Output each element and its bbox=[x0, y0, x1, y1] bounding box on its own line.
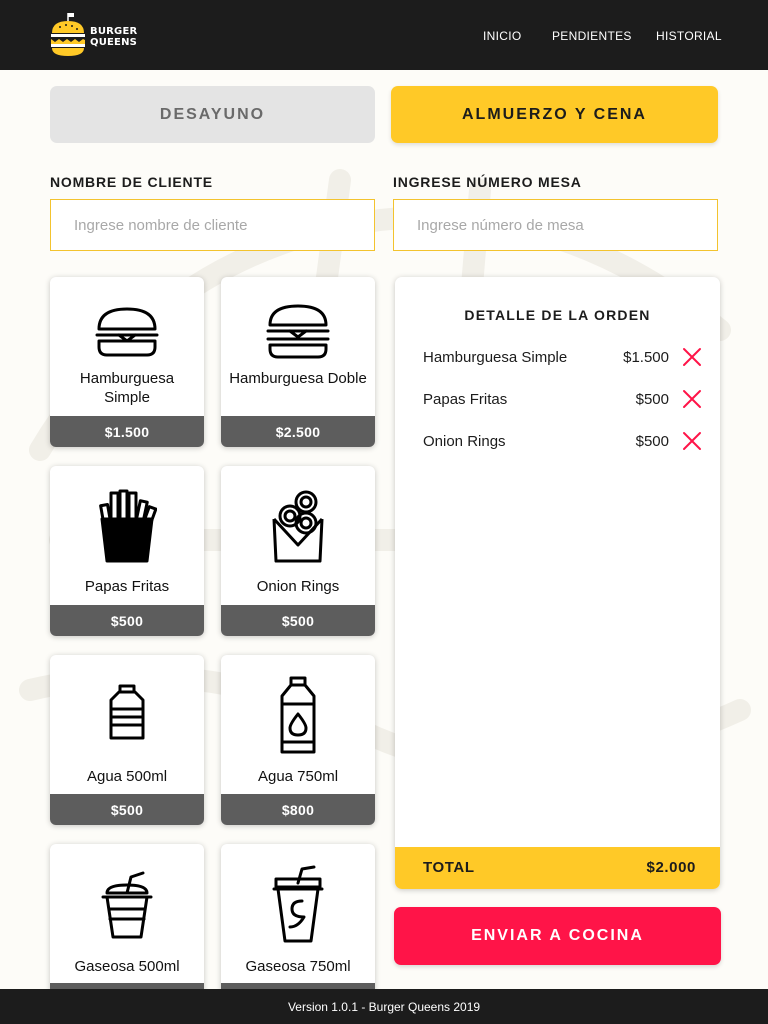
water-bottle-large-icon bbox=[221, 655, 375, 765]
order-item-name: Onion Rings bbox=[423, 433, 506, 450]
logo-line-1: BURGER bbox=[90, 26, 138, 37]
product-price: $800 bbox=[221, 794, 375, 825]
close-x-icon[interactable] bbox=[681, 346, 703, 368]
tab-almuerzo-y-cena[interactable]: ALMUERZO Y CENA bbox=[391, 86, 718, 143]
product-price: $500 bbox=[221, 605, 375, 636]
order-item-price: $500 bbox=[635, 433, 669, 450]
product-card-hamburguesa-doble[interactable]: Hamburguesa Doble $2.500 bbox=[221, 277, 375, 447]
logo-burger-icon bbox=[51, 13, 85, 56]
soda-cup-large-icon bbox=[221, 844, 375, 954]
burger-queens-logo[interactable]: BURGER QUEENS bbox=[50, 11, 137, 59]
footer-version-text: Version 1.0.1 - Burger Queens 2019 bbox=[287, 999, 481, 1014]
product-card-papas-fritas[interactable]: Papas Fritas $500 bbox=[50, 466, 204, 636]
product-card-agua-750ml[interactable]: Agua 750ml $800 bbox=[221, 655, 375, 825]
order-item: Papas Fritas $500 bbox=[423, 388, 703, 412]
nav-inicio[interactable]: INICIO bbox=[483, 29, 521, 43]
logo-wordmark: BURGER QUEENS bbox=[90, 26, 137, 48]
nav-historial[interactable]: HISTORIAL bbox=[656, 29, 722, 43]
send-to-kitchen-button[interactable]: ENVIAR A COCINA bbox=[394, 907, 721, 965]
tab-desayuno[interactable]: DESAYUNO bbox=[50, 86, 375, 143]
product-price: $500 bbox=[50, 605, 204, 636]
order-item: Hamburguesa Simple $1.500 bbox=[423, 346, 703, 370]
table-number-input[interactable] bbox=[393, 199, 718, 251]
logo-line-2: QUEENS bbox=[90, 37, 138, 48]
order-item-name: Hamburguesa Simple bbox=[423, 349, 568, 366]
footer: Version 1.0.1 - Burger Queens 2019 bbox=[0, 989, 768, 1024]
total-label: TOTAL bbox=[423, 859, 475, 876]
onion-rings-icon bbox=[221, 466, 375, 576]
order-detail-panel: DETALLE DE LA ORDEN Hamburguesa Simple $… bbox=[395, 277, 720, 889]
order-total-bar: TOTAL $2.000 bbox=[395, 847, 720, 889]
product-card-agua-500ml[interactable]: Agua 500ml $500 bbox=[50, 655, 204, 825]
product-name: Agua 500ml bbox=[86, 768, 168, 785]
product-name: Hamburguesa Simple bbox=[79, 370, 175, 406]
soda-cup-icon bbox=[50, 844, 204, 954]
order-item-name: Papas Fritas bbox=[423, 391, 508, 408]
nav-pendientes[interactable]: PENDIENTES bbox=[552, 29, 632, 43]
product-name: Agua 750ml bbox=[257, 768, 339, 785]
close-x-icon[interactable] bbox=[681, 388, 703, 410]
client-name-input[interactable] bbox=[50, 199, 375, 251]
table-number-label: INGRESE NÚMERO MESA bbox=[393, 174, 582, 190]
product-name: Gaseosa 750ml bbox=[245, 958, 351, 975]
order-item: Onion Rings $500 bbox=[423, 430, 703, 454]
product-name: Hamburguesa Doble bbox=[229, 370, 367, 387]
close-x-icon[interactable] bbox=[681, 430, 703, 452]
product-price: $2.500 bbox=[221, 416, 375, 447]
product-price: $500 bbox=[50, 794, 204, 825]
product-name: Papas Fritas bbox=[84, 578, 170, 595]
water-bottle-small-icon bbox=[50, 655, 204, 765]
top-navbar: BURGER QUEENS INICIO PENDIENTES HISTORIA… bbox=[0, 0, 768, 70]
order-title: DETALLE DE LA ORDEN bbox=[464, 307, 651, 323]
order-item-price: $500 bbox=[635, 391, 669, 408]
product-card-hamburguesa-simple[interactable]: Hamburguesa Simple $1.500 bbox=[50, 277, 204, 447]
client-name-label: NOMBRE DE CLIENTE bbox=[50, 174, 213, 190]
total-value: $2.000 bbox=[646, 859, 696, 876]
order-item-price: $1.500 bbox=[623, 349, 669, 366]
product-name: Onion Rings bbox=[256, 578, 340, 595]
product-card-onion-rings[interactable]: Onion Rings $500 bbox=[221, 466, 375, 636]
product-name: Gaseosa 500ml bbox=[74, 958, 180, 975]
product-price: $1.500 bbox=[50, 416, 204, 447]
fries-icon bbox=[50, 466, 204, 576]
